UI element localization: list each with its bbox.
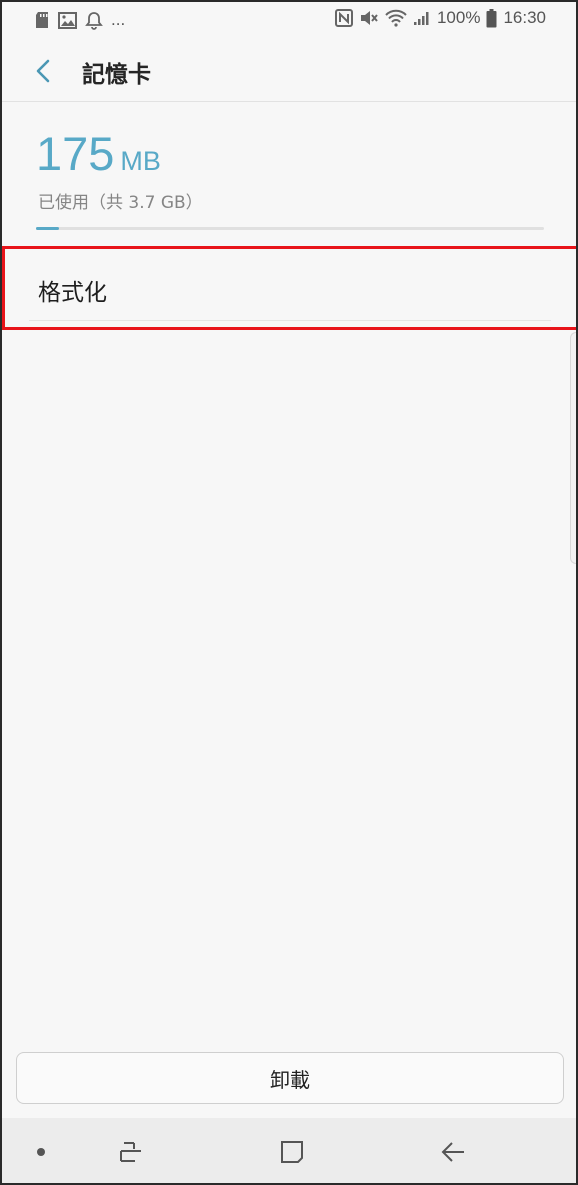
page-title: 記憶卡 bbox=[82, 62, 151, 88]
storage-progress-fill bbox=[36, 227, 60, 230]
back-button[interactable] bbox=[26, 54, 60, 88]
unmount-button[interactable]: 卸載 bbox=[16, 1052, 564, 1104]
storage-used-unit: MB bbox=[120, 146, 161, 176]
storage-used-number: 175 bbox=[36, 127, 115, 180]
mute-icon bbox=[359, 9, 379, 27]
divider bbox=[29, 320, 551, 321]
battery-icon bbox=[486, 8, 497, 28]
storage-used-value: 175 MB bbox=[36, 130, 546, 177]
dot-icon bbox=[36, 1147, 46, 1157]
navigation-bar bbox=[2, 1118, 576, 1183]
bell-icon bbox=[85, 11, 103, 30]
battery-percent: 100% bbox=[436, 8, 481, 27]
storage-progress-bar bbox=[36, 227, 544, 230]
phone-screen: ... 100% 16:30 記憶卡 175 MB 已使用（共 3.7 GB） … bbox=[0, 0, 578, 1185]
nfc-icon bbox=[334, 9, 353, 27]
app-bar: 記憶卡 bbox=[2, 40, 576, 102]
status-bar-system: 100% 16:30 bbox=[334, 8, 546, 28]
status-bar: ... 100% 16:30 bbox=[2, 2, 576, 40]
recent-apps-icon bbox=[118, 1140, 144, 1164]
wifi-icon bbox=[385, 9, 407, 27]
arrow-left-icon bbox=[440, 1140, 466, 1164]
format-label: 格式化 bbox=[38, 280, 107, 306]
more-notifications-indicator: ... bbox=[111, 10, 126, 29]
format-menu-item[interactable]: 格式化 bbox=[2, 246, 576, 330]
back-nav-button[interactable] bbox=[435, 1134, 471, 1170]
unmount-label: 卸載 bbox=[270, 1067, 310, 1092]
status-bar-notifications: ... bbox=[34, 10, 125, 30]
home-icon bbox=[280, 1140, 304, 1164]
home-button[interactable] bbox=[274, 1134, 310, 1170]
recent-apps-button[interactable] bbox=[113, 1134, 149, 1170]
storage-caption: 已使用（共 3.7 GB） bbox=[38, 193, 203, 213]
sd-card-icon bbox=[34, 11, 50, 29]
image-icon bbox=[58, 11, 77, 29]
nav-dot-button[interactable] bbox=[23, 1134, 59, 1170]
storage-usage: 175 MB 已使用（共 3.7 GB） bbox=[36, 130, 546, 230]
clock: 16:30 bbox=[503, 8, 546, 27]
chevron-left-icon bbox=[35, 59, 51, 83]
signal-icon bbox=[413, 10, 431, 26]
scroll-edge-handle[interactable] bbox=[570, 332, 576, 564]
